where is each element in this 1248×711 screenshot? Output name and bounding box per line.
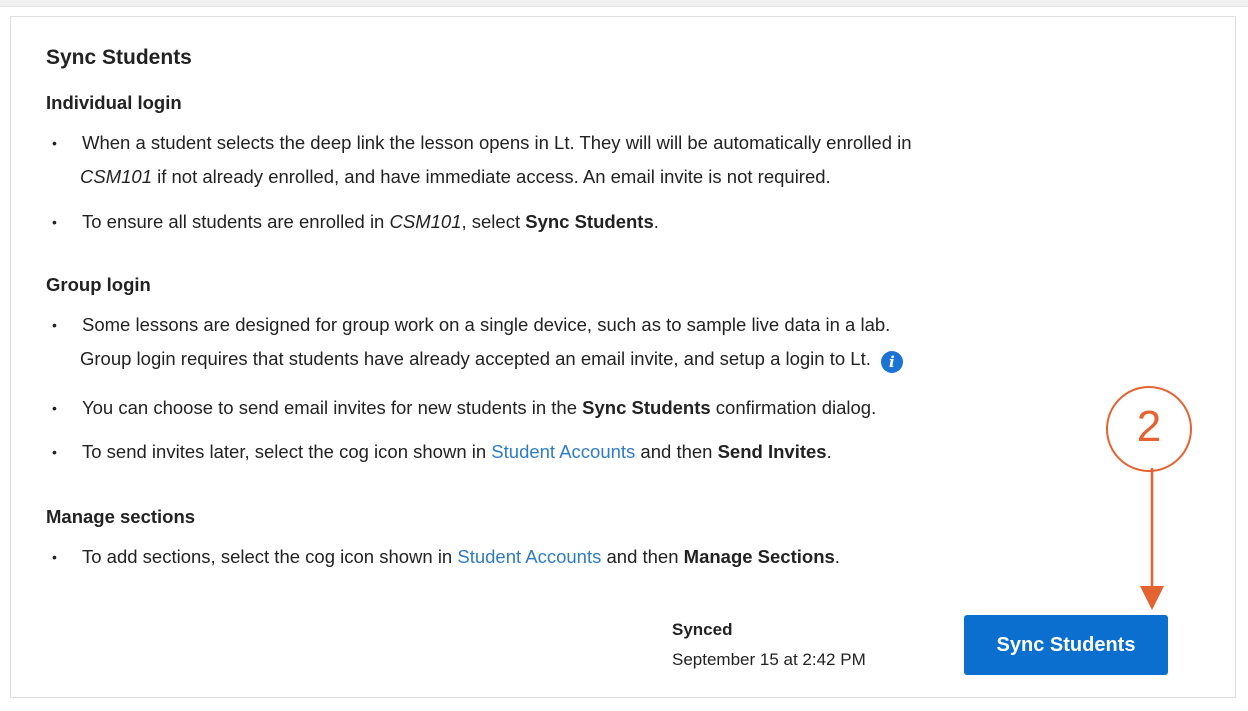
synced-timestamp: September 15 at 2:42 PM xyxy=(672,650,866,669)
bullet-text: To send invites later, select the cog ic… xyxy=(82,441,832,462)
bullet-icon: • xyxy=(52,400,57,416)
group-login-heading: Group login xyxy=(46,274,151,295)
annotation-arrow-icon xyxy=(1140,468,1164,610)
info-icon[interactable]: i xyxy=(880,351,903,373)
bullet-text: You can choose to send email invites for… xyxy=(82,397,877,418)
bullet-icon: • xyxy=(52,214,57,230)
student-accounts-link[interactable]: Student Accounts xyxy=(457,546,601,567)
bullet-text: To add sections, select the cog icon sho… xyxy=(82,546,840,567)
bullet-icon: • xyxy=(52,549,57,565)
synced-status-label: Synced xyxy=(672,620,733,639)
bullet-text-continued: Group login requires that students have … xyxy=(80,342,903,376)
bullet-icon: • xyxy=(52,135,57,151)
bullet-icon: • xyxy=(52,444,57,460)
annotation-step-marker: 2 xyxy=(1106,386,1192,472)
sync-students-button[interactable]: Sync Students xyxy=(964,615,1168,675)
bullet-text: When a student selects the deep link the… xyxy=(82,132,912,153)
panel-title: Sync Students xyxy=(46,46,192,69)
top-strip xyxy=(0,0,1248,7)
bullet-icon: • xyxy=(52,317,57,333)
student-accounts-link[interactable]: Student Accounts xyxy=(491,441,635,462)
bullet-text-continued: CSM101 if not already enrolled, and have… xyxy=(80,166,831,187)
bullet-text: To ensure all students are enrolled in C… xyxy=(82,211,659,232)
bullet-text: Some lessons are designed for group work… xyxy=(82,314,891,335)
individual-login-heading: Individual login xyxy=(46,92,182,113)
manage-sections-heading: Manage sections xyxy=(46,506,196,527)
